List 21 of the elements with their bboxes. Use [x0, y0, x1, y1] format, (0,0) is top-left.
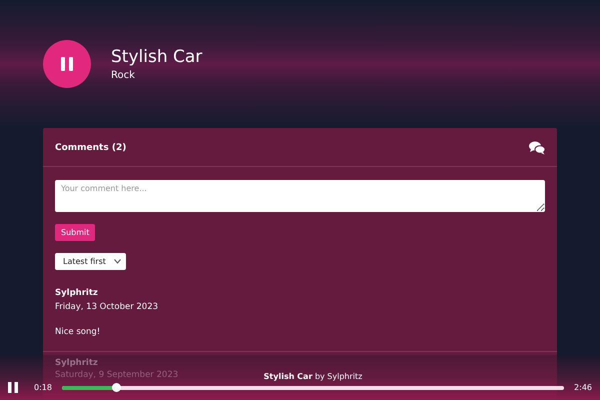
pause-button[interactable] [43, 40, 91, 88]
caret-icon [114, 259, 121, 264]
comment-date: Friday, 13 October 2023 [55, 302, 160, 312]
comment-field[interactable]: Your comment here... [55, 180, 545, 212]
comments-icon [529, 141, 545, 155]
pause-icon [59, 56, 75, 72]
pause-icon [8, 382, 18, 393]
sort-dropdown[interactable]: Latest first [55, 253, 126, 270]
comment-text: Nice song! [55, 327, 102, 337]
progress-track[interactable] [62, 386, 564, 390]
now-playing-text: Stylish Car by Sylphritz [264, 372, 362, 381]
duration-time: 2:46 [574, 383, 592, 393]
track-genre: Rock [111, 70, 136, 81]
comments-heading: Comments (2) [55, 143, 126, 153]
pause-button[interactable] [8, 382, 18, 393]
elapsed-time: 0:18 [34, 383, 52, 393]
comment-author: Sylphritz [55, 358, 98, 368]
comment-author: Sylphritz [55, 288, 99, 298]
comment-date: Saturday, 9 September 2023 [55, 370, 178, 380]
track-title: Stylish Car [111, 47, 202, 67]
submit-button[interactable]: Submit [55, 224, 96, 241]
